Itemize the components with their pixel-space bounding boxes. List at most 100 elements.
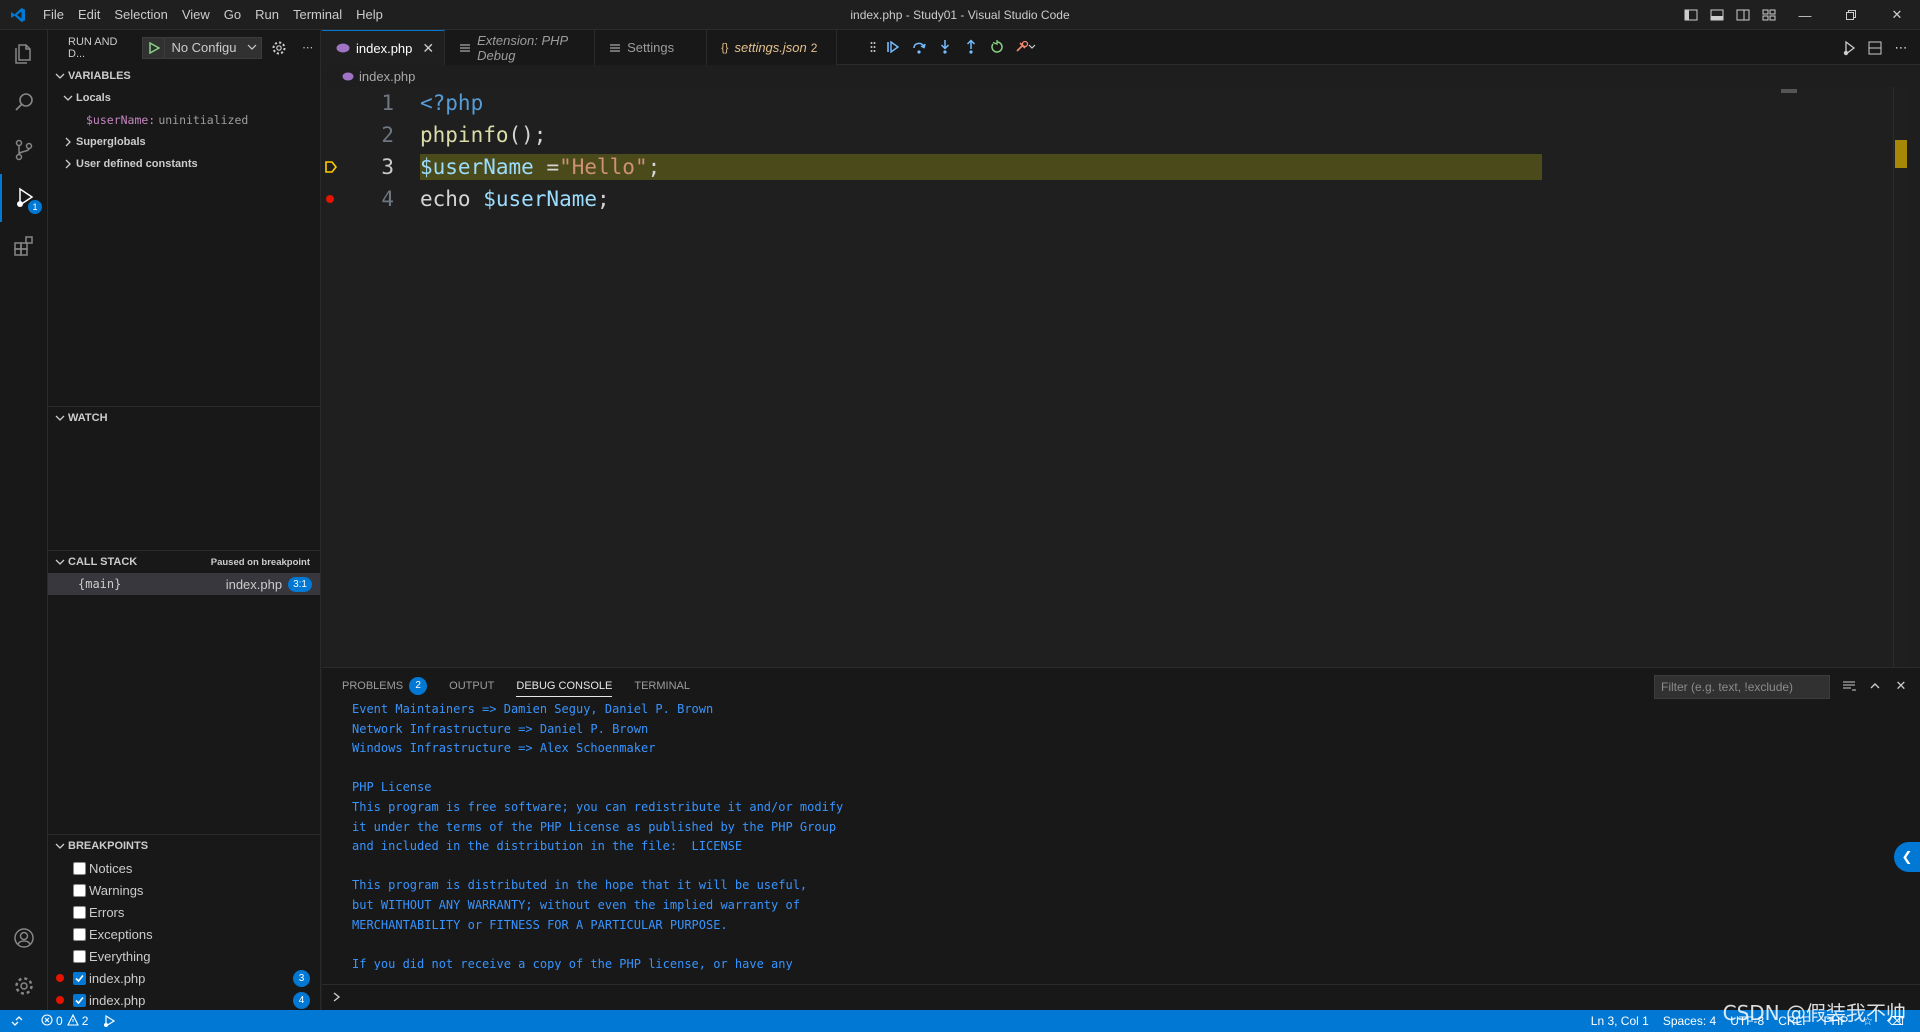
tab-settings-json[interactable]: {} settings.json 2 bbox=[707, 30, 838, 65]
toggle-secondary-sidebar-icon[interactable] bbox=[1730, 0, 1756, 30]
breakpoint-checkbox[interactable] bbox=[73, 993, 86, 1007]
breakpoints-header[interactable]: BREAKPOINTS bbox=[48, 835, 320, 857]
drag-handle-icon[interactable] bbox=[866, 34, 880, 60]
step-out-icon[interactable] bbox=[958, 34, 984, 60]
variable-row[interactable]: $userName: uninitialized bbox=[48, 109, 320, 131]
user-constants-scope[interactable]: User defined constants bbox=[48, 153, 320, 175]
variables-header[interactable]: VARIABLES bbox=[48, 65, 320, 87]
breakpoint-item[interactable]: index.php 3 bbox=[48, 967, 320, 989]
chevron-left-icon[interactable]: ❮ bbox=[1894, 842, 1920, 872]
menu-file[interactable]: File bbox=[36, 0, 71, 30]
breakpoint-checkbox[interactable] bbox=[73, 905, 86, 919]
tab-extension-php-debug[interactable]: Extension: PHP Debug bbox=[445, 30, 596, 65]
close-window-button[interactable]: ✕ bbox=[1874, 0, 1920, 30]
menu-help[interactable]: Help bbox=[349, 0, 390, 30]
watch-header[interactable]: WATCH bbox=[48, 407, 320, 429]
panel-tab-label: TERMINAL bbox=[634, 679, 690, 692]
code-line[interactable]: 1 <?php bbox=[322, 87, 1792, 119]
minimize-button[interactable]: — bbox=[1782, 0, 1828, 30]
toggle-panel-icon[interactable] bbox=[1704, 0, 1730, 30]
breakpoint-checkbox[interactable] bbox=[73, 971, 86, 985]
menu-go[interactable]: Go bbox=[217, 0, 248, 30]
step-into-icon[interactable] bbox=[932, 34, 958, 60]
menu-selection[interactable]: Selection bbox=[107, 0, 174, 30]
code-line[interactable]: 4 echo $userName; bbox=[322, 183, 1792, 215]
manage-gear-icon[interactable] bbox=[0, 962, 48, 1010]
run-and-debug-icon[interactable]: 1 bbox=[0, 174, 48, 222]
breakpoint-checkbox[interactable] bbox=[73, 949, 86, 963]
source-control-icon[interactable] bbox=[0, 126, 48, 174]
sidebar-title: RUN AND D... bbox=[68, 35, 118, 60]
open-launch-json-gear-icon[interactable] bbox=[266, 37, 291, 59]
locals-scope[interactable]: Locals bbox=[48, 87, 320, 109]
breakpoint-checkbox[interactable] bbox=[73, 861, 86, 875]
code-line[interactable]: 3 $userName ="Hello"; bbox=[322, 151, 1792, 183]
debug-console-input[interactable] bbox=[322, 984, 1920, 1010]
code-editor[interactable]: 1 <?php 2 phpinfo(); 3 $userName ="Hello"; 4 ec… bbox=[322, 87, 1907, 667]
menu-run[interactable]: Run bbox=[248, 0, 286, 30]
start-debugging-icon[interactable] bbox=[143, 37, 166, 58]
breakpoint-dot-icon bbox=[56, 996, 64, 1004]
tab-index-php[interactable]: index.php ✕ bbox=[322, 30, 446, 65]
clear-console-icon[interactable] bbox=[1836, 674, 1862, 698]
disconnect-icon[interactable] bbox=[1010, 34, 1040, 60]
customize-layout-icon[interactable] bbox=[1756, 0, 1782, 30]
cursor-position[interactable]: Ln 3, Col 1 bbox=[1584, 1010, 1656, 1032]
code-token: ; bbox=[647, 155, 661, 179]
restore-button[interactable] bbox=[1828, 0, 1874, 30]
status-bar: 0 2 Ln 3, Col 1 Spaces: 4 UTF-8 CRLF PHP… bbox=[0, 1010, 1920, 1032]
toggle-primary-sidebar-icon[interactable] bbox=[1678, 0, 1704, 30]
search-icon[interactable] bbox=[0, 78, 48, 126]
breakpoint-checkbox[interactable] bbox=[73, 927, 86, 941]
menu-terminal[interactable]: Terminal bbox=[286, 0, 349, 30]
breakpoint-dot-icon[interactable] bbox=[324, 187, 338, 211]
call-stack-section: CALL STACK Paused on breakpoint {main} i… bbox=[48, 550, 320, 595]
current-execution-arrow-icon[interactable] bbox=[324, 155, 338, 179]
panel-tab-debug-console[interactable]: DEBUG CONSOLE bbox=[516, 668, 612, 703]
breakpoint-item[interactable]: Exceptions bbox=[48, 923, 320, 945]
minimap-slider[interactable] bbox=[1781, 89, 1797, 93]
breakpoint-line-badge: 3 bbox=[293, 970, 310, 987]
superglobals-scope[interactable]: Superglobals bbox=[48, 131, 320, 153]
breakpoint-checkbox[interactable] bbox=[73, 883, 86, 897]
breakpoint-item[interactable]: Errors bbox=[48, 901, 320, 923]
call-stack-header[interactable]: CALL STACK Paused on breakpoint bbox=[48, 551, 320, 573]
breakpoint-item[interactable]: index.php 4 bbox=[48, 989, 320, 1011]
breakpoint-item[interactable]: Notices bbox=[48, 857, 320, 879]
vertical-scrollbar[interactable] bbox=[1893, 87, 1907, 667]
code-token: echo bbox=[420, 187, 484, 211]
code-line[interactable]: 2 phpinfo(); bbox=[322, 119, 1792, 151]
step-over-icon[interactable] bbox=[906, 34, 932, 60]
remote-indicator-icon[interactable] bbox=[0, 1010, 34, 1032]
debug-config-select[interactable]: No Configu bbox=[142, 36, 263, 59]
close-panel-icon[interactable]: ✕ bbox=[1888, 674, 1914, 698]
panel-tab-terminal[interactable]: TERMINAL bbox=[634, 668, 690, 703]
debug-status-icon[interactable] bbox=[95, 1010, 123, 1032]
panel-tab-problems[interactable]: PROBLEMS 2 bbox=[342, 668, 428, 703]
accounts-icon[interactable] bbox=[0, 914, 48, 962]
breakpoint-item[interactable]: Everything bbox=[48, 945, 320, 967]
console-filter-input[interactable]: Filter (e.g. text, !exclude) bbox=[1654, 675, 1830, 699]
panel-tab-output[interactable]: OUTPUT bbox=[449, 668, 494, 703]
menu-view[interactable]: View bbox=[175, 0, 217, 30]
breakpoint-item[interactable]: Warnings bbox=[48, 879, 320, 901]
chevron-down-icon bbox=[52, 841, 68, 851]
breakpoints-section: BREAKPOINTS Notices Warnings Errors Excepti… bbox=[48, 834, 320, 1011]
menu-edit[interactable]: Edit bbox=[71, 0, 107, 30]
indentation[interactable]: Spaces: 4 bbox=[1656, 1010, 1723, 1032]
tab-settings[interactable]: Settings bbox=[595, 30, 708, 65]
extensions-icon[interactable] bbox=[0, 222, 48, 270]
more-actions-icon[interactable]: ⋯ bbox=[295, 37, 320, 59]
more-actions-icon[interactable]: ⋯ bbox=[1888, 35, 1914, 61]
explorer-icon[interactable] bbox=[0, 30, 48, 78]
run-debug-file-icon[interactable] bbox=[1836, 35, 1862, 61]
chevron-right-icon bbox=[60, 159, 76, 169]
maximize-panel-chevron-up-icon[interactable] bbox=[1862, 674, 1888, 698]
restart-icon[interactable] bbox=[984, 34, 1010, 60]
problems-status[interactable]: 0 2 bbox=[34, 1010, 95, 1032]
breadcrumb[interactable]: index.php bbox=[322, 65, 415, 87]
split-editor-icon[interactable] bbox=[1862, 35, 1888, 61]
continue-icon[interactable] bbox=[880, 34, 906, 60]
stack-frame-row[interactable]: {main} index.php 3:1 bbox=[48, 573, 320, 595]
close-icon[interactable]: ✕ bbox=[422, 40, 434, 57]
